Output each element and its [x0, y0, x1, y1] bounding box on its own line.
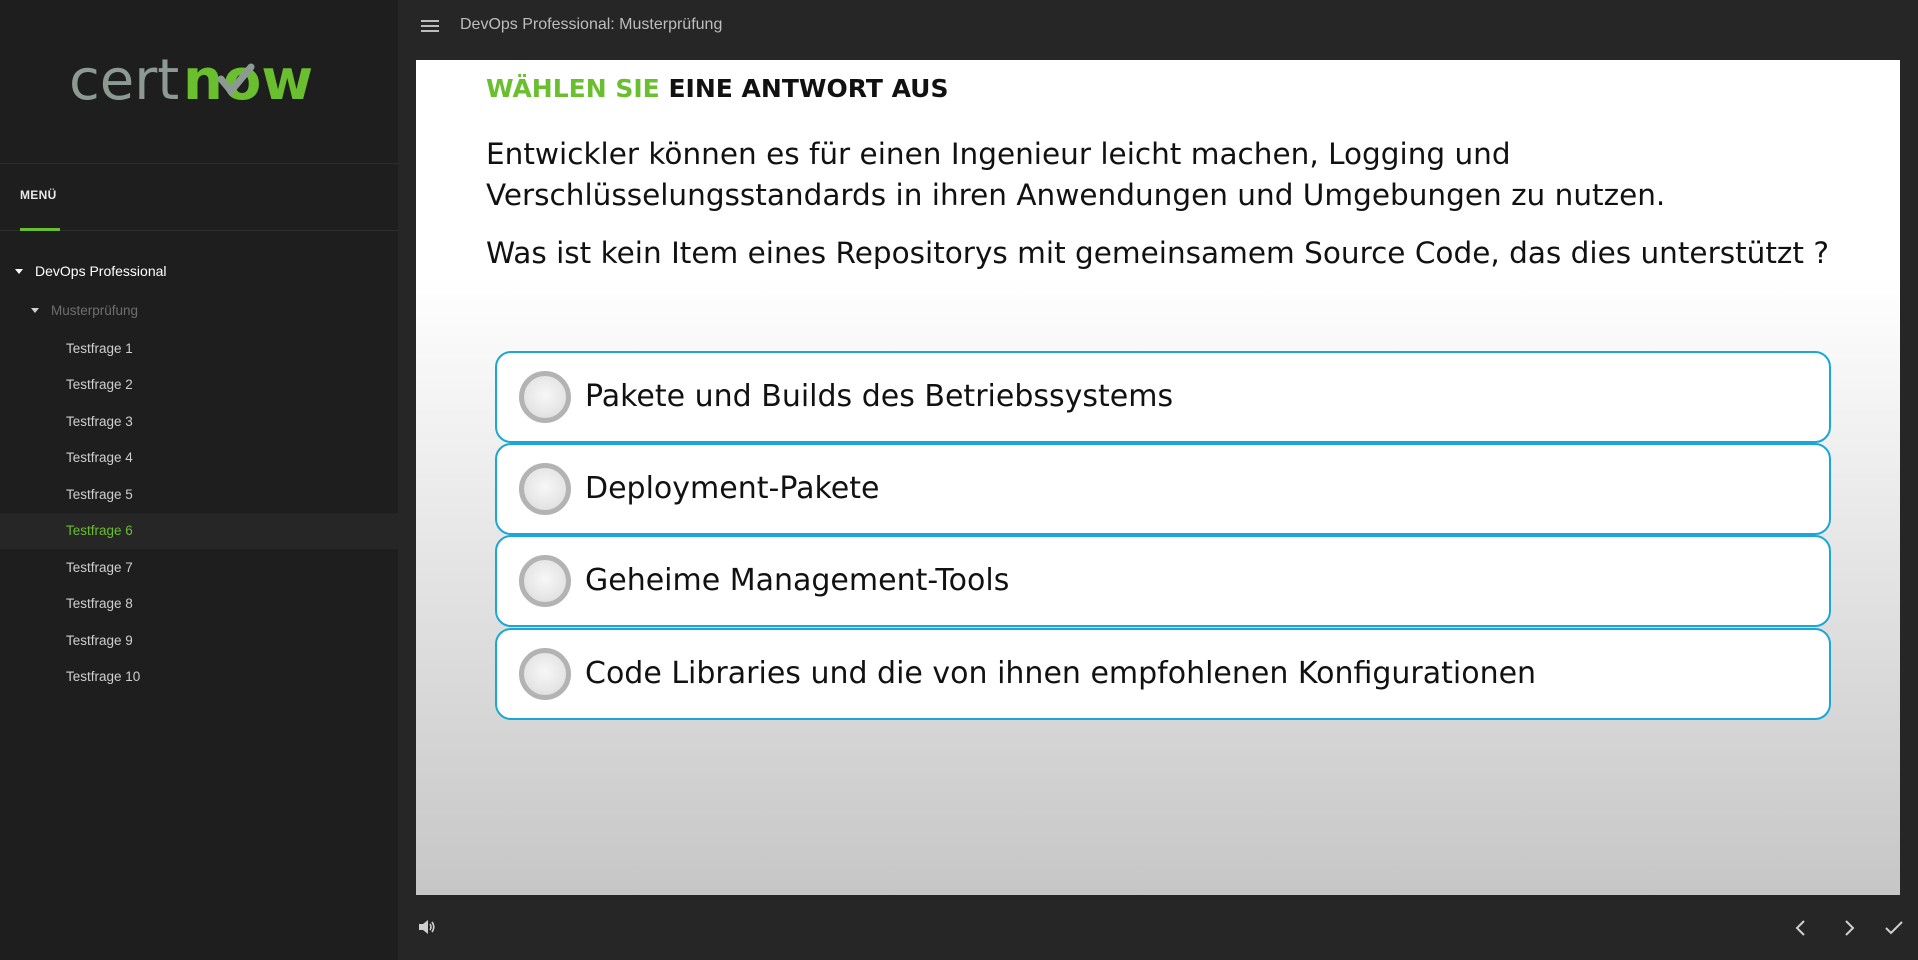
logo-text-cert: cert	[69, 48, 179, 113]
menu-tab[interactable]: MENÜ	[20, 188, 57, 202]
answer-option-label: Pakete und Builds des Betriebssystems	[585, 379, 1174, 414]
sidebar-item-testfrage-6[interactable]: Testfrage 6	[0, 512, 398, 549]
top-bar: DevOps Professional: Musterprüfung	[398, 0, 1918, 52]
sidebar-item-label: Testfrage 6	[66, 523, 133, 539]
volume-icon[interactable]	[418, 919, 436, 935]
sidebar-item-testfrage-5[interactable]: Testfrage 5	[0, 476, 398, 513]
question-slide: WÄHLEN SIE EINE ANTWORT AUS Entwickler k…	[416, 60, 1900, 895]
course-title: DevOps Professional: Musterprüfung	[460, 16, 723, 33]
hamburger-icon[interactable]	[421, 20, 439, 34]
bottom-bar	[398, 895, 1918, 960]
sidebar-item-label: Testfrage 9	[66, 632, 133, 648]
answer-option-4[interactable]: Code Libraries und die von ihnen empfohl…	[495, 628, 1831, 720]
sidebar-item-testfrage-2[interactable]: Testfrage 2	[0, 367, 398, 404]
nav-course[interactable]: DevOps Professional	[0, 252, 398, 290]
answer-option-label: Deployment-Pakete	[585, 471, 880, 506]
nav-section[interactable]: Musterprüfung	[0, 290, 398, 330]
sidebar-item-label: Testfrage 10	[66, 669, 141, 685]
radio-button[interactable]	[519, 555, 571, 607]
sidebar: cert now MENÜ DevOps Professional Muster…	[0, 0, 398, 960]
certnow-logo: cert now	[69, 47, 329, 117]
answer-option-2[interactable]: Deployment-Pakete	[495, 443, 1831, 535]
instruction-highlight: WÄHLEN SIE	[486, 74, 660, 103]
sidebar-item-testfrage-4[interactable]: Testfrage 4	[0, 440, 398, 477]
sidebar-nav: DevOps Professional Musterprüfung Testfr…	[0, 252, 398, 695]
sidebar-item-testfrage-10[interactable]: Testfrage 10	[0, 659, 398, 696]
radio-button[interactable]	[519, 648, 571, 700]
sidebar-item-label: Testfrage 3	[66, 413, 133, 429]
sidebar-item-label: Testfrage 4	[66, 450, 133, 466]
sidebar-item-testfrage-9[interactable]: Testfrage 9	[0, 622, 398, 659]
sidebar-item-testfrage-3[interactable]: Testfrage 3	[0, 403, 398, 440]
sidebar-item-label: Testfrage 5	[66, 486, 133, 502]
answer-option-label: Geheime Management-Tools	[585, 563, 1010, 598]
caret-down-icon	[15, 268, 23, 274]
caret-down-icon	[31, 307, 39, 313]
answer-option-1[interactable]: Pakete und Builds des Betriebssystems	[495, 351, 1831, 443]
radio-button[interactable]	[519, 463, 571, 515]
sidebar-item-label: Testfrage 1	[66, 340, 133, 356]
sidebar-item-testfrage-8[interactable]: Testfrage 8	[0, 586, 398, 623]
sidebar-item-label: Testfrage 7	[66, 559, 133, 575]
sidebar-item-label: Testfrage 2	[66, 377, 133, 393]
menu-tabbar: MENÜ	[0, 164, 398, 231]
radio-button[interactable]	[519, 371, 571, 423]
sidebar-item-label: Testfrage 8	[66, 596, 133, 612]
question-context: Entwickler können es für einen Ingenieur…	[486, 137, 1666, 212]
answer-option-3[interactable]: Geheime Management-Tools	[495, 535, 1831, 627]
instruction-rest: EINE ANTWORT AUS	[668, 74, 949, 103]
question-text: Was ist kein Item eines Repositorys mit …	[486, 236, 1829, 270]
checkmark-icon[interactable]	[1884, 919, 1904, 937]
answer-option-label: Code Libraries und die von ihnen empfohl…	[585, 656, 1537, 691]
instruction: WÄHLEN SIE EINE ANTWORT AUS	[486, 74, 948, 103]
sidebar-item-testfrage-1[interactable]: Testfrage 1	[0, 330, 398, 367]
menu-tab-underline	[20, 228, 60, 231]
sidebar-item-testfrage-7[interactable]: Testfrage 7	[0, 549, 398, 586]
logo-text-now: now	[183, 48, 313, 113]
chevron-right-icon[interactable]	[1842, 919, 1856, 937]
nav-course-label: DevOps Professional	[35, 263, 167, 279]
nav-section-label: Musterprüfung	[51, 302, 139, 318]
logo-area: cert now	[0, 0, 398, 164]
chevron-left-icon[interactable]	[1794, 919, 1808, 937]
